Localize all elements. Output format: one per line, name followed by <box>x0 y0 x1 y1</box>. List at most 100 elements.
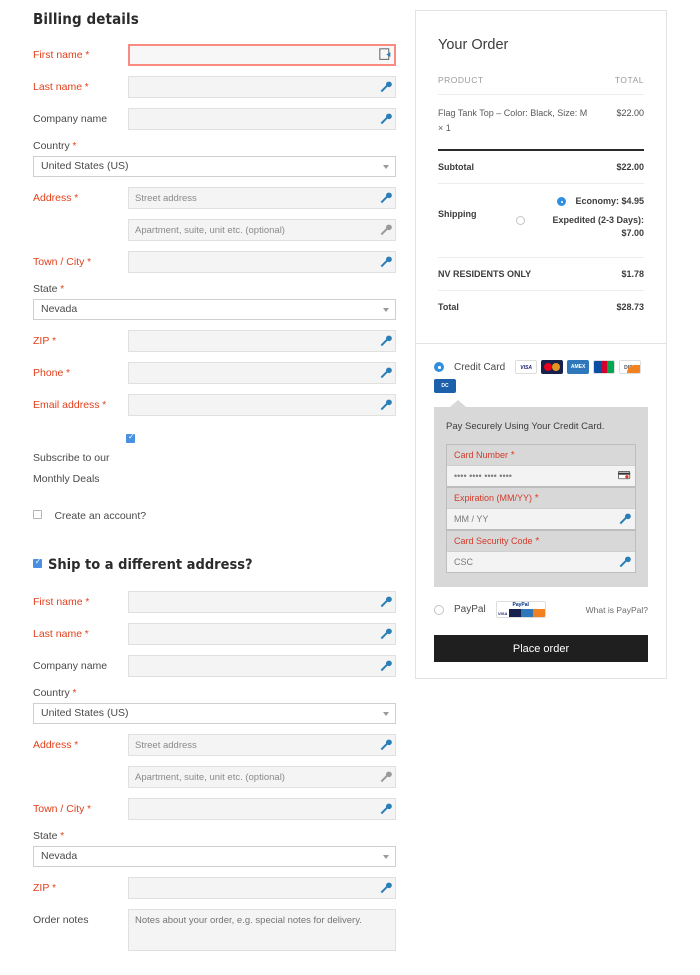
required-asterisk: * <box>69 141 77 152</box>
diners-icon: DC <box>434 379 456 393</box>
billing-zip-row: ZIP * <box>33 330 396 352</box>
required-asterisk: * <box>49 336 57 347</box>
card-number-input-wrap <box>447 465 635 486</box>
billing-email-label: Email address * <box>33 399 107 411</box>
shipping-address2-input[interactable] <box>128 766 396 788</box>
credit-card-method-row[interactable]: Credit Card VISA AMEX DISC <box>434 360 648 374</box>
paypal-wordmark: PayPal <box>512 602 529 608</box>
shipping-address-input[interactable] <box>128 734 396 756</box>
billing-phone-label: Phone * <box>33 367 71 379</box>
shipping-option-economy-radio[interactable] <box>557 197 567 206</box>
required-asterisk: * <box>99 400 107 411</box>
shipping-zip-row: ZIP * <box>33 877 396 899</box>
shipping-company-input[interactable] <box>128 655 396 677</box>
required-asterisk: * <box>57 831 65 842</box>
shipping-option-expedited-radio[interactable] <box>516 216 525 225</box>
create-account-checkbox[interactable] <box>33 510 42 520</box>
billing-last-name-label: Last name * <box>33 81 89 93</box>
order-notes-row: Order notes <box>33 909 396 956</box>
ship-different-address-checkbox[interactable] <box>33 557 42 568</box>
required-asterisk: * <box>82 597 90 608</box>
tax-row: NV RESIDENTS ONLY $1.78 <box>438 258 644 291</box>
paypal-radio[interactable] <box>434 604 444 615</box>
shipping-state-label: State * <box>33 830 65 842</box>
required-asterisk: * <box>71 193 79 204</box>
paypal-method-row[interactable]: PayPal PayPal VISA What is PayPal? <box>434 601 648 618</box>
shipping-country-row: Country * United States (US) <box>33 687 396 724</box>
order-notes-textarea[interactable] <box>128 909 396 951</box>
shipping-country-select[interactable]: United States (US) <box>33 703 396 724</box>
billing-zip-input[interactable] <box>128 330 396 352</box>
shipping-city-input[interactable] <box>128 798 396 820</box>
billing-address2-input[interactable] <box>128 219 396 241</box>
shipping-city-wrap <box>128 798 396 820</box>
billing-state-select[interactable]: Nevada <box>33 299 396 320</box>
billing-city-label: Town / City * <box>33 256 92 268</box>
shipping-company-wrap <box>128 655 396 677</box>
shipping-last-name-input[interactable] <box>128 623 396 645</box>
shipping-zip-input[interactable] <box>128 877 396 899</box>
billing-email-input[interactable] <box>128 394 396 416</box>
subscribe-row: Subscribe to our Monthly Deals <box>33 430 396 490</box>
shipping-option-economy[interactable]: Economy: $4.95 <box>516 195 644 208</box>
shipping-zip-label: ZIP * <box>33 882 57 894</box>
required-asterisk: * <box>71 740 79 751</box>
billing-last-name-wrap <box>128 76 396 98</box>
ship-different-address-heading: Ship to a different address? <box>33 557 396 573</box>
diners-icon-row: DC <box>434 379 648 398</box>
card-number-field: Card Number * <box>446 444 636 487</box>
billing-first-name-row: First name * <box>33 44 396 66</box>
billing-country-value: United States (US) <box>41 160 129 172</box>
billing-zip-label: ZIP * <box>33 335 57 347</box>
total-column-header: TOTAL <box>614 75 644 85</box>
shipping-state-select[interactable]: Nevada <box>33 846 396 867</box>
billing-country-label: Country * <box>33 140 77 152</box>
subscribe-checkbox[interactable] <box>126 432 135 444</box>
billing-phone-row: Phone * <box>33 362 396 384</box>
billing-company-input[interactable] <box>128 108 396 130</box>
billing-last-name-input[interactable] <box>128 76 396 98</box>
expiration-input[interactable] <box>447 508 635 529</box>
order-summary-column: Your Order PRODUCT TOTAL Flag Tank Top –… <box>415 10 667 679</box>
chevron-down-icon <box>383 165 389 169</box>
order-table-header: PRODUCT TOTAL <box>438 75 644 95</box>
card-brand-icons: VISA AMEX DISC <box>515 360 642 374</box>
what-is-paypal-link[interactable]: What is PayPal? <box>586 605 648 615</box>
billing-country-select[interactable]: United States (US) <box>33 156 396 177</box>
billing-address2-label-spacer <box>33 219 128 223</box>
paypal-card-strip: VISA <box>496 609 545 617</box>
jcb-icon <box>593 360 616 374</box>
shipping-first-name-input[interactable] <box>128 591 396 613</box>
shipping-address2-row <box>33 766 396 788</box>
shipping-company-label: Company name <box>33 660 108 672</box>
billing-address-input[interactable] <box>128 187 396 209</box>
shipping-option-expedited[interactable]: Expedited (2-3 Days): $7.00 <box>516 214 644 240</box>
billing-first-name-wrap <box>128 44 396 66</box>
billing-address2-row <box>33 219 396 241</box>
billing-email-row: Email address * <box>33 394 396 416</box>
billing-city-input[interactable] <box>128 251 396 273</box>
product-column-header: PRODUCT <box>438 75 484 85</box>
shipping-state-value: Nevada <box>41 850 78 862</box>
chevron-down-icon <box>383 855 389 859</box>
shipping-address2-label-spacer <box>33 766 128 770</box>
shipping-address-wrap <box>128 734 396 756</box>
billing-address2-wrap <box>128 219 396 241</box>
billing-company-row: Company name <box>33 108 396 130</box>
billing-city-row: Town / City * <box>33 251 396 273</box>
payment-methods-panel: Credit Card VISA AMEX DISC DC Pay Secure… <box>415 344 667 679</box>
billing-address-wrap <box>128 187 396 209</box>
billing-address-label: Address * <box>33 192 79 204</box>
place-order-button[interactable]: Place order <box>434 635 648 662</box>
shipping-address-row: Address * <box>33 734 396 756</box>
credit-card-radio[interactable] <box>434 362 444 372</box>
billing-first-name-input[interactable] <box>128 44 396 66</box>
order-item-name: Flag Tank Top – Color: Black, Size: M × … <box>438 108 588 133</box>
shipping-address2-wrap <box>128 766 396 788</box>
required-asterisk: * <box>82 629 89 640</box>
card-number-input[interactable] <box>447 465 635 486</box>
csc-input[interactable] <box>447 551 635 572</box>
shipping-row-label: Shipping <box>438 209 477 219</box>
order-item-total: $22.00 <box>616 108 644 118</box>
billing-phone-input[interactable] <box>128 362 396 384</box>
